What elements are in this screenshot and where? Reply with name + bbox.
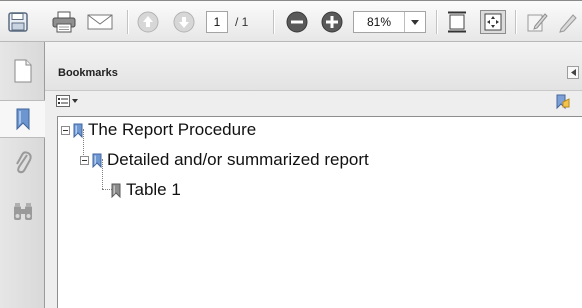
- collapse-toggle[interactable]: [80, 155, 89, 165]
- bookmark-icon: [92, 153, 102, 168]
- chevron-down-icon[interactable]: [404, 12, 425, 32]
- bookmarks-panel: Bookmarks The Report Procedure Detailed …: [45, 42, 582, 308]
- new-bookmark-icon: [556, 94, 570, 110]
- bookmark-item[interactable]: Detailed and/or summarized report: [80, 150, 369, 170]
- toolbar-separator: [127, 10, 128, 34]
- toolbar-separator: [273, 10, 274, 34]
- attachments-icon[interactable]: [0, 147, 45, 177]
- page-total: / 1: [235, 15, 249, 29]
- bookmark-icon: [73, 123, 83, 138]
- search-icon[interactable]: [0, 197, 45, 227]
- options-icon: [56, 95, 70, 107]
- chevron-down-icon: [72, 99, 78, 103]
- print-icon[interactable]: [50, 10, 78, 34]
- bookmark-icon: [111, 183, 121, 198]
- pdf-reader-window: 1 / 1 81% Bookmarks The Report Procedure…: [0, 0, 582, 308]
- panel-header: Bookmarks: [45, 42, 582, 91]
- sign-icon[interactable]: [556, 10, 582, 34]
- save-icon[interactable]: [6, 10, 30, 34]
- zoom-out-icon[interactable]: [284, 10, 310, 34]
- navigation-pane: [0, 42, 46, 308]
- toolbar-separator: [436, 10, 437, 34]
- comment-icon[interactable]: [524, 10, 550, 34]
- email-icon[interactable]: [86, 10, 114, 34]
- toolbar: 1 / 1 81%: [0, 1, 582, 42]
- fit-page-icon[interactable]: [444, 10, 470, 34]
- bookmarks-icon[interactable]: [0, 100, 46, 138]
- zoom-value: 81%: [366, 15, 392, 29]
- toolbar-separator: [515, 10, 516, 34]
- page-number-input[interactable]: 1: [206, 11, 228, 33]
- fit-width-icon[interactable]: [480, 10, 506, 34]
- bookmark-label: Detailed and/or summarized report: [107, 150, 369, 169]
- bookmark-item[interactable]: Table 1: [111, 180, 181, 200]
- bookmark-item[interactable]: The Report Procedure: [61, 120, 256, 140]
- collapse-panel-button[interactable]: [567, 66, 579, 79]
- next-page-icon[interactable]: [171, 10, 197, 34]
- previous-page-icon[interactable]: [135, 10, 161, 34]
- bookmark-tree: The Report Procedure Detailed and/or sum…: [57, 116, 582, 308]
- bookmark-label: Table 1: [126, 180, 181, 199]
- zoom-select[interactable]: 81%: [353, 11, 426, 33]
- bookmark-label: The Report Procedure: [88, 120, 257, 139]
- options-menu-button[interactable]: [56, 95, 78, 107]
- collapse-toggle[interactable]: [61, 125, 70, 135]
- pages-icon[interactable]: [0, 56, 45, 86]
- new-bookmark-button[interactable]: [555, 94, 571, 115]
- panel-title: Bookmarks: [58, 67, 118, 79]
- zoom-in-icon[interactable]: [319, 10, 345, 34]
